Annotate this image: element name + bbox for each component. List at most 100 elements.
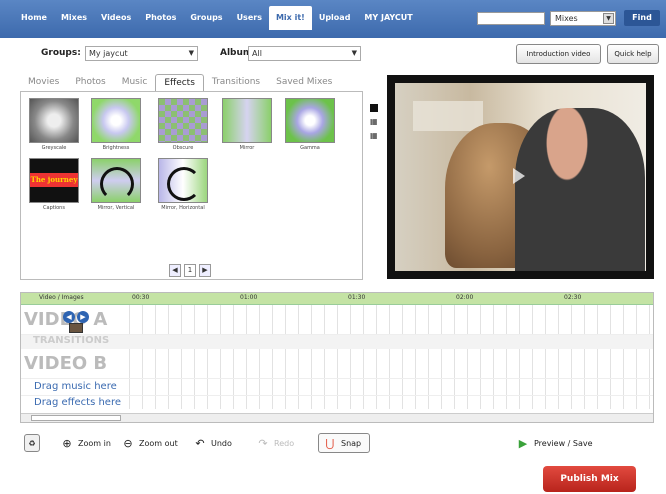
tab-photos[interactable]: Photos	[67, 74, 113, 91]
rotate-arrow-icon	[100, 167, 134, 201]
nav-mixes[interactable]: Mixes	[54, 8, 94, 28]
grid-3x3-icon[interactable]: ▦	[370, 132, 378, 140]
effect-caption: Mirror	[239, 145, 255, 151]
gamma-thumbnail	[285, 98, 335, 143]
effect-greyscale[interactable]: Greyscale	[25, 98, 83, 151]
chevron-down-icon: ▼	[351, 49, 357, 57]
undo-icon: ↶	[195, 436, 205, 450]
find-button[interactable]: Find	[624, 10, 660, 26]
clip-thumbnail[interactable]	[69, 323, 83, 333]
effect-mirror[interactable]: Mirror	[218, 98, 276, 151]
nav-videos[interactable]: Videos	[94, 8, 138, 28]
album-select[interactable]: All ▼	[248, 46, 361, 61]
effect-caption: Gamma	[300, 145, 320, 151]
undo-label: Undo	[211, 438, 232, 448]
zoom-in-label: Zoom in	[78, 438, 111, 448]
redo-button[interactable]: ↷ Redo	[256, 434, 294, 452]
chevron-down-icon[interactable]: ▼	[603, 13, 614, 24]
track-effects[interactable]: Drag effects here	[21, 396, 653, 413]
effect-obscure[interactable]: Obscure	[154, 98, 212, 151]
effect-caption: Brightness	[102, 145, 130, 151]
grid-2x2-icon[interactable]: ▦	[370, 118, 378, 126]
effect-gamma[interactable]: Gamma	[281, 98, 339, 151]
brightness-thumbnail	[91, 98, 141, 143]
groups-value: My jaycut	[89, 49, 128, 58]
publish-mix-button[interactable]: Publish Mix	[543, 466, 636, 492]
zoom-in-button[interactable]: ⊕ Zoom in	[60, 434, 111, 452]
single-view-icon[interactable]	[370, 104, 378, 112]
undo-button[interactable]: ↶ Undo	[193, 434, 232, 452]
editor-toolbar: ♻ ⊕ Zoom in ⊖ Zoom out ↶ Undo ↷ Redo ⋃ S…	[20, 428, 654, 458]
groups-label: Groups:	[41, 48, 81, 58]
mirror-vertical-thumbnail	[91, 158, 141, 203]
nav-upload[interactable]: Upload	[312, 8, 358, 28]
effect-caption: Captions	[43, 205, 65, 211]
zoom-out-icon: ⊖	[123, 436, 133, 450]
ruler-tick: 02:00	[456, 294, 474, 301]
next-page-icon[interactable]: ▶	[199, 264, 211, 277]
nav-photos[interactable]: Photos	[138, 8, 183, 28]
redo-icon: ↷	[258, 436, 268, 450]
top-nav: Home Mixes Videos Photos Groups Users Mi…	[0, 0, 666, 38]
effect-mirror-vertical[interactable]: Mirror, Vertical	[87, 158, 145, 211]
introduction-video-button[interactable]: Introduction video	[516, 44, 601, 64]
effect-caption: Mirror, Horizontal	[161, 205, 205, 211]
redo-label: Redo	[274, 438, 295, 448]
zoom-out-button[interactable]: ⊖ Zoom out	[121, 434, 177, 452]
track-video-a[interactable]: VIDEO A ◀ ▶	[21, 305, 653, 335]
captions-thumbnail: The journey	[29, 158, 79, 203]
effect-captions[interactable]: The journey Captions	[25, 158, 83, 211]
effects-pager: ◀ 1 ▶	[169, 264, 211, 277]
greyscale-thumbnail	[29, 98, 79, 143]
play-icon[interactable]	[513, 168, 525, 184]
tab-transitions[interactable]: Transitions	[204, 74, 268, 91]
quick-help-button[interactable]: Quick help	[607, 44, 659, 64]
person-figure	[515, 108, 645, 271]
scrollbar-thumb[interactable]	[31, 415, 121, 421]
nav-home[interactable]: Home	[14, 8, 54, 28]
tab-movies[interactable]: Movies	[20, 74, 67, 91]
groups-select[interactable]: My jaycut ▼	[85, 46, 198, 61]
zoom-in-icon: ⊕	[62, 436, 72, 450]
nav-my-jaycut[interactable]: MY JAYCUT	[357, 8, 419, 28]
tab-effects[interactable]: Effects	[155, 74, 204, 91]
mirror-horizontal-thumbnail	[158, 158, 208, 203]
playhead-right-icon[interactable]: ▶	[77, 311, 89, 323]
track-music[interactable]: Drag music here	[21, 379, 653, 396]
nav-mix-it[interactable]: Mix it!	[268, 6, 312, 30]
search-scope-value: Mixes	[555, 14, 578, 23]
video-preview[interactable]	[387, 75, 654, 279]
snap-toggle[interactable]: ⋃ Snap	[318, 433, 371, 453]
effect-caption: Mirror, Vertical	[97, 205, 135, 211]
timeline-scrollbar[interactable]	[21, 413, 653, 422]
preview-save-label: Preview / Save	[534, 438, 593, 448]
effect-mirror-horizontal[interactable]: Mirror, Horizontal	[154, 158, 212, 211]
media-tabs: Movies Photos Music Effects Transitions …	[20, 74, 340, 91]
tab-saved-mixes[interactable]: Saved Mixes	[268, 74, 340, 91]
timeline-ruler: Video / Images 00:30 01:00 01:30 02:00 0…	[21, 293, 653, 305]
rotate-arrow-icon	[167, 167, 201, 201]
trash-icon[interactable]: ♻	[24, 434, 40, 452]
effect-caption: Obscure	[172, 145, 194, 151]
mirror-thumbnail	[222, 98, 272, 143]
tab-music[interactable]: Music	[114, 74, 156, 91]
search-scope-select[interactable]: Mixes ▼	[550, 11, 616, 26]
search-input[interactable]	[477, 12, 545, 25]
preview-save-button[interactable]: ▶ Preview / Save	[516, 434, 593, 452]
prev-page-icon[interactable]: ◀	[169, 264, 181, 277]
ruler-label: Video / Images	[39, 294, 84, 301]
nav-groups[interactable]: Groups	[183, 8, 229, 28]
track-transitions[interactable]: TRANSITIONS	[21, 335, 653, 349]
timeline[interactable]: Video / Images 00:30 01:00 01:30 02:00 0…	[20, 292, 654, 423]
effects-panel: Greyscale Brightness Obscure Mirror Gamm…	[20, 91, 363, 280]
main-menu: Home Mixes Videos Photos Groups Users Mi…	[14, 6, 420, 30]
track-video-b[interactable]: VIDEO B	[21, 349, 653, 379]
effect-brightness[interactable]: Brightness	[87, 98, 145, 151]
nav-users[interactable]: Users	[230, 8, 269, 28]
drag-music-hint: Drag music here	[34, 381, 117, 392]
playhead-left-icon[interactable]: ◀	[63, 311, 75, 323]
window-light	[413, 101, 483, 131]
ruler-tick: 01:30	[348, 294, 366, 301]
captions-overlay-text: The journey	[30, 173, 78, 187]
obscure-thumbnail	[158, 98, 208, 143]
